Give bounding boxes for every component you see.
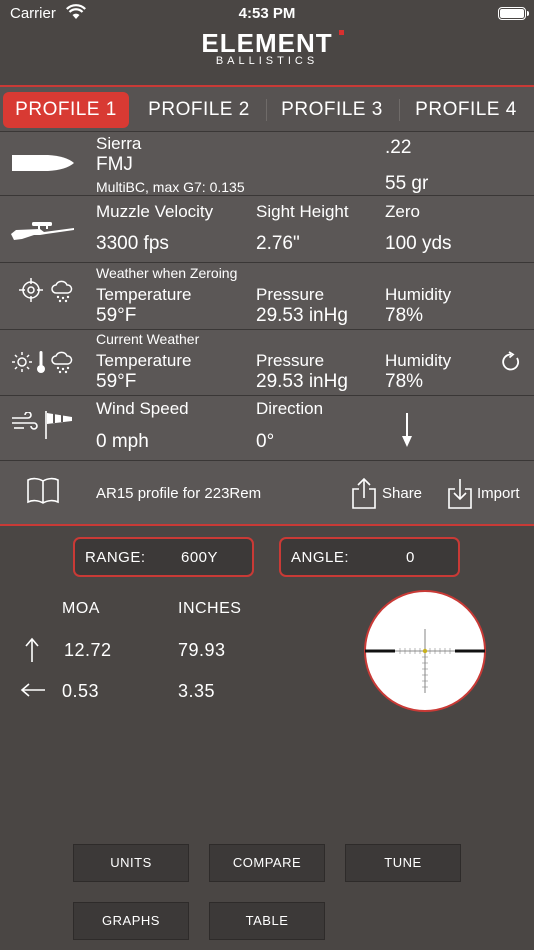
units-button[interactable]: UNITS: [73, 844, 189, 882]
tab-separator: [399, 99, 400, 121]
zero-label: Zero: [385, 202, 420, 221]
muzzle-velocity-label: Muzzle Velocity: [96, 202, 214, 221]
range-field[interactable]: RANGE: 600Y: [73, 537, 254, 577]
tab-profile-3[interactable]: PROFILE 3: [269, 92, 395, 128]
sight-height-value: 2.76": [256, 233, 300, 254]
share-button[interactable]: Share: [382, 485, 422, 502]
inches-header: INCHES: [178, 600, 242, 617]
bullet-brand: Sierra: [96, 134, 142, 153]
windage-moa: 0.53: [62, 681, 100, 701]
bullet-weight: 55 gr: [385, 173, 429, 194]
reticle-scope[interactable]: [363, 589, 487, 713]
wind-speed-value: 0 mph: [96, 431, 149, 452]
table-button[interactable]: TABLE: [209, 902, 325, 940]
wind-direction-label: Direction: [256, 399, 324, 418]
logo-dot: [339, 30, 344, 35]
elevation-moa: 12.72: [64, 640, 112, 660]
status-time: 4:53 PM: [238, 5, 296, 22]
book-icon[interactable]: [26, 476, 60, 509]
share-icon[interactable]: [350, 477, 378, 514]
refresh-icon[interactable]: [500, 351, 522, 378]
wind-direction-value: 0°: [256, 431, 275, 452]
current-temperature-label: Temperature: [96, 351, 192, 370]
tab-profile-4[interactable]: PROFILE 4: [403, 92, 529, 128]
crosshair-icon: [18, 277, 44, 308]
zero-pressure-value: 29.53 inHg: [256, 305, 348, 326]
bullet-bc: MultiBC, max G7: 0.135: [96, 179, 245, 195]
windage-arrow-icon: [20, 682, 46, 703]
bullet-icon: [10, 152, 76, 179]
windsock-icon: [44, 410, 74, 445]
zero-temperature-label: Temperature: [96, 285, 192, 304]
import-icon[interactable]: [446, 477, 474, 514]
sun-icon: [12, 352, 32, 377]
moa-header: MOA: [62, 600, 100, 617]
bullet-row[interactable]: Sierra FMJ MultiBC, max G7: 0.135 .22 55…: [0, 131, 534, 195]
tab-profile-1[interactable]: PROFILE 1: [3, 92, 129, 128]
current-weather-row[interactable]: Current Weather Temperature 59°F Pressur…: [0, 329, 534, 395]
cloud-rain-icon: [50, 279, 74, 308]
status-bar: Carrier 4:53 PM: [0, 0, 534, 28]
import-button[interactable]: Import: [477, 485, 520, 502]
elevation-inches: 79.93: [178, 640, 226, 660]
profile-notes-row: AR15 profile for 223Rem Share Import: [0, 460, 534, 526]
zero-humidity-label: Humidity: [385, 285, 452, 304]
current-humidity-value: 78%: [385, 371, 424, 392]
current-weather-title: Current Weather: [96, 331, 200, 347]
zero-weather-row[interactable]: Weather when Zeroing Temperature 59°F Pr…: [0, 262, 534, 329]
bullet-type: FMJ: [96, 154, 133, 175]
bullet-caliber: .22: [385, 137, 412, 158]
range-value: 600Y: [181, 549, 219, 566]
current-humidity-label: Humidity: [385, 351, 452, 370]
angle-field[interactable]: ANGLE: 0: [279, 537, 460, 577]
angle-label: ANGLE:: [291, 549, 350, 566]
current-pressure-label: Pressure: [256, 351, 325, 370]
cloud-rain-icon: [50, 350, 74, 379]
sight-height-label: Sight Height: [256, 202, 349, 221]
rifle-icon: [10, 216, 76, 247]
graphs-button[interactable]: GRAPHS: [73, 902, 189, 940]
battery-icon: [498, 7, 529, 20]
angle-value: 0: [406, 549, 415, 566]
muzzle-velocity-value: 3300 fps: [96, 233, 169, 254]
thermometer-icon: [36, 350, 46, 379]
zero-pressure-label: Pressure: [256, 285, 325, 304]
profile-notes-text[interactable]: AR15 profile for 223Rem: [96, 485, 261, 502]
zero-value: 100 yds: [385, 233, 452, 254]
zero-temperature-value: 59°F: [96, 305, 137, 326]
zero-humidity-value: 78%: [385, 305, 424, 326]
brand-name: ELEMENT: [201, 28, 333, 58]
wind-row[interactable]: Wind Speed 0 mph Direction 0°: [0, 395, 534, 460]
current-temperature-value: 59°F: [96, 371, 137, 392]
wind-icon: [10, 411, 40, 439]
zero-weather-title: Weather when Zeroing: [96, 265, 238, 281]
profile-tabs: PROFILE 1 PROFILE 2 PROFILE 3 PROFILE 4: [0, 87, 534, 131]
tab-profile-2[interactable]: PROFILE 2: [136, 92, 262, 128]
tab-separator: [266, 99, 267, 121]
elevation-arrow-icon: [24, 637, 40, 668]
rifle-row[interactable]: Muzzle Velocity 3300 fps Sight Height 2.…: [0, 195, 534, 262]
compare-button[interactable]: COMPARE: [209, 844, 325, 882]
wind-arrow-icon: [401, 412, 413, 453]
wind-speed-label: Wind Speed: [96, 399, 189, 418]
current-pressure-value: 29.53 inHg: [256, 371, 348, 392]
windage-inches: 3.35: [178, 681, 216, 701]
app-logo: ELEMENT BALLISTICS: [0, 28, 534, 68]
brand-sub: BALLISTICS: [215, 55, 319, 67]
range-label: RANGE:: [85, 549, 146, 566]
tune-button[interactable]: TUNE: [345, 844, 461, 882]
